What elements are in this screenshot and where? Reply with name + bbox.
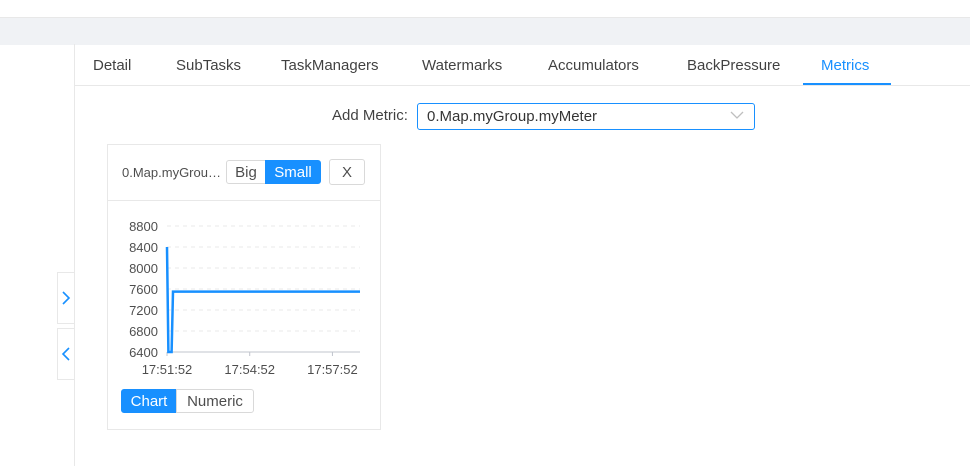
y-tick-label: 8000	[129, 261, 158, 276]
y-tick-label: 7200	[129, 303, 158, 318]
job-detail-tabs: Detail SubTasks TaskManagers Watermarks …	[75, 44, 970, 86]
add-metric-select-value: 0.Map.myGroup.myMeter	[427, 108, 598, 125]
chevron-right-icon	[62, 291, 71, 305]
x-tick-label: 17:54:52	[224, 362, 275, 377]
chevron-left-icon	[61, 347, 70, 361]
x-tick-label: 17:51:52	[142, 362, 193, 377]
metric-card-title: 0.Map.myGroup.myMeter	[122, 165, 224, 180]
y-tick-label: 6800	[129, 324, 158, 339]
left-panel	[0, 44, 75, 466]
tab-metrics[interactable]: Metrics	[821, 44, 869, 85]
metric-card-header: 0.Map.myGroup.myMeter Big Small X	[108, 145, 380, 201]
y-tick-label: 7600	[129, 282, 158, 297]
view-numeric-button[interactable]: Numeric	[176, 389, 254, 413]
add-metric-label: Add Metric:	[332, 107, 408, 124]
y-tick-label: 8400	[129, 240, 158, 255]
tab-detail[interactable]: Detail	[93, 44, 131, 85]
top-header-bar	[0, 17, 970, 45]
x-tick-label: 17:57:52	[307, 362, 358, 377]
close-metric-button[interactable]: X	[329, 159, 365, 185]
expand-panel-button[interactable]	[57, 272, 74, 324]
tab-watermarks[interactable]: Watermarks	[422, 44, 502, 85]
active-tab-indicator	[803, 83, 891, 85]
chevron-down-icon	[730, 111, 744, 119]
size-big-button[interactable]: Big	[226, 160, 266, 184]
tab-taskmanagers[interactable]: TaskManagers	[281, 44, 379, 85]
size-small-button[interactable]: Small	[265, 160, 321, 184]
series-line	[165, 246, 360, 354]
y-tick-label: 8800	[129, 219, 158, 234]
metric-card: 0.Map.myGroup.myMeter Big Small X 6400 68…	[107, 144, 381, 430]
view-chart-button[interactable]: Chart	[121, 389, 177, 413]
tab-accumulators[interactable]: Accumulators	[548, 44, 639, 85]
tab-backpressure[interactable]: BackPressure	[687, 44, 780, 85]
y-tick-label: 6400	[129, 345, 158, 360]
tab-subtasks[interactable]: SubTasks	[176, 44, 241, 85]
add-metric-select[interactable]: 0.Map.myGroup.myMeter	[417, 103, 755, 130]
metric-line-chart: 6400 6800 7200 7600 8000 8400 8800 17:51:52 17:…	[129, 219, 360, 377]
collapse-panel-button[interactable]	[57, 328, 74, 380]
